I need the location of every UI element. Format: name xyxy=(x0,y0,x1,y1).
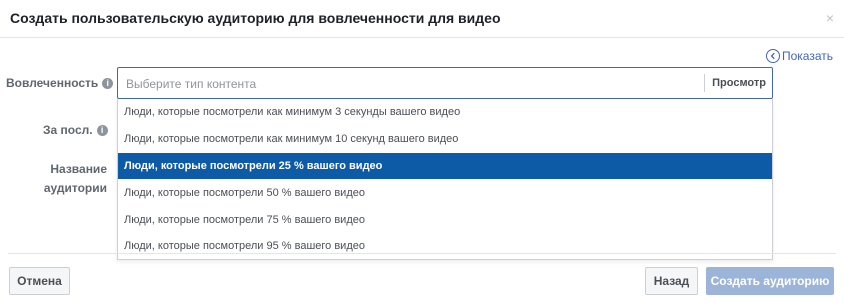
footer-divider xyxy=(8,253,836,254)
info-icon[interactable]: i xyxy=(96,124,108,136)
content-type-select[interactable]: Выберите тип контента Просмотр xyxy=(117,67,773,99)
audience-name-label-line2: аудитории xyxy=(43,181,107,195)
dropdown-option[interactable]: Люди, которые посмотрели как минимум 3 с… xyxy=(118,99,772,126)
content-type-placeholder: Выберите тип контента xyxy=(126,77,257,91)
show-link[interactable]: Показать xyxy=(765,49,833,63)
preview-button[interactable]: Просмотр xyxy=(704,74,772,92)
dialog-title: Создать пользовательскую аудиторию для в… xyxy=(10,10,501,26)
chevron-left-circle-icon xyxy=(765,49,780,63)
engagement-label-row: Вовлеченность i xyxy=(6,76,114,90)
info-icon[interactable]: i xyxy=(102,77,114,89)
audience-name-label-line1: Название xyxy=(50,162,107,176)
show-link-label: Показать xyxy=(781,49,833,63)
dialog-header: Создать пользовательскую аудиторию для в… xyxy=(0,0,844,38)
dropdown-option[interactable]: Люди, которые посмотрели как минимум 10 … xyxy=(118,126,772,153)
dropdown-option[interactable]: Люди, которые посмотрели 75 % вашего вид… xyxy=(118,206,772,233)
period-label: За посл. xyxy=(43,123,93,137)
dropdown-option-selected[interactable]: Люди, которые посмотрели 25 % вашего вид… xyxy=(118,152,772,180)
cancel-button[interactable]: Отмена xyxy=(9,267,70,295)
dropdown-option[interactable]: Люди, которые посмотрели 95 % вашего вид… xyxy=(118,233,772,260)
back-button[interactable]: Назад xyxy=(645,267,698,295)
dropdown-option[interactable]: Люди, которые посмотрели 50 % вашего вид… xyxy=(118,179,772,206)
create-audience-button[interactable]: Создать аудиторию xyxy=(706,267,834,295)
close-icon[interactable]: × xyxy=(826,10,834,26)
content-type-dropdown: Люди, которые посмотрели как минимум 3 с… xyxy=(117,99,773,260)
audience-name-label: Название аудитории xyxy=(44,162,107,195)
period-label-row: За посл. i xyxy=(43,123,108,137)
engagement-label: Вовлеченность xyxy=(6,76,99,90)
